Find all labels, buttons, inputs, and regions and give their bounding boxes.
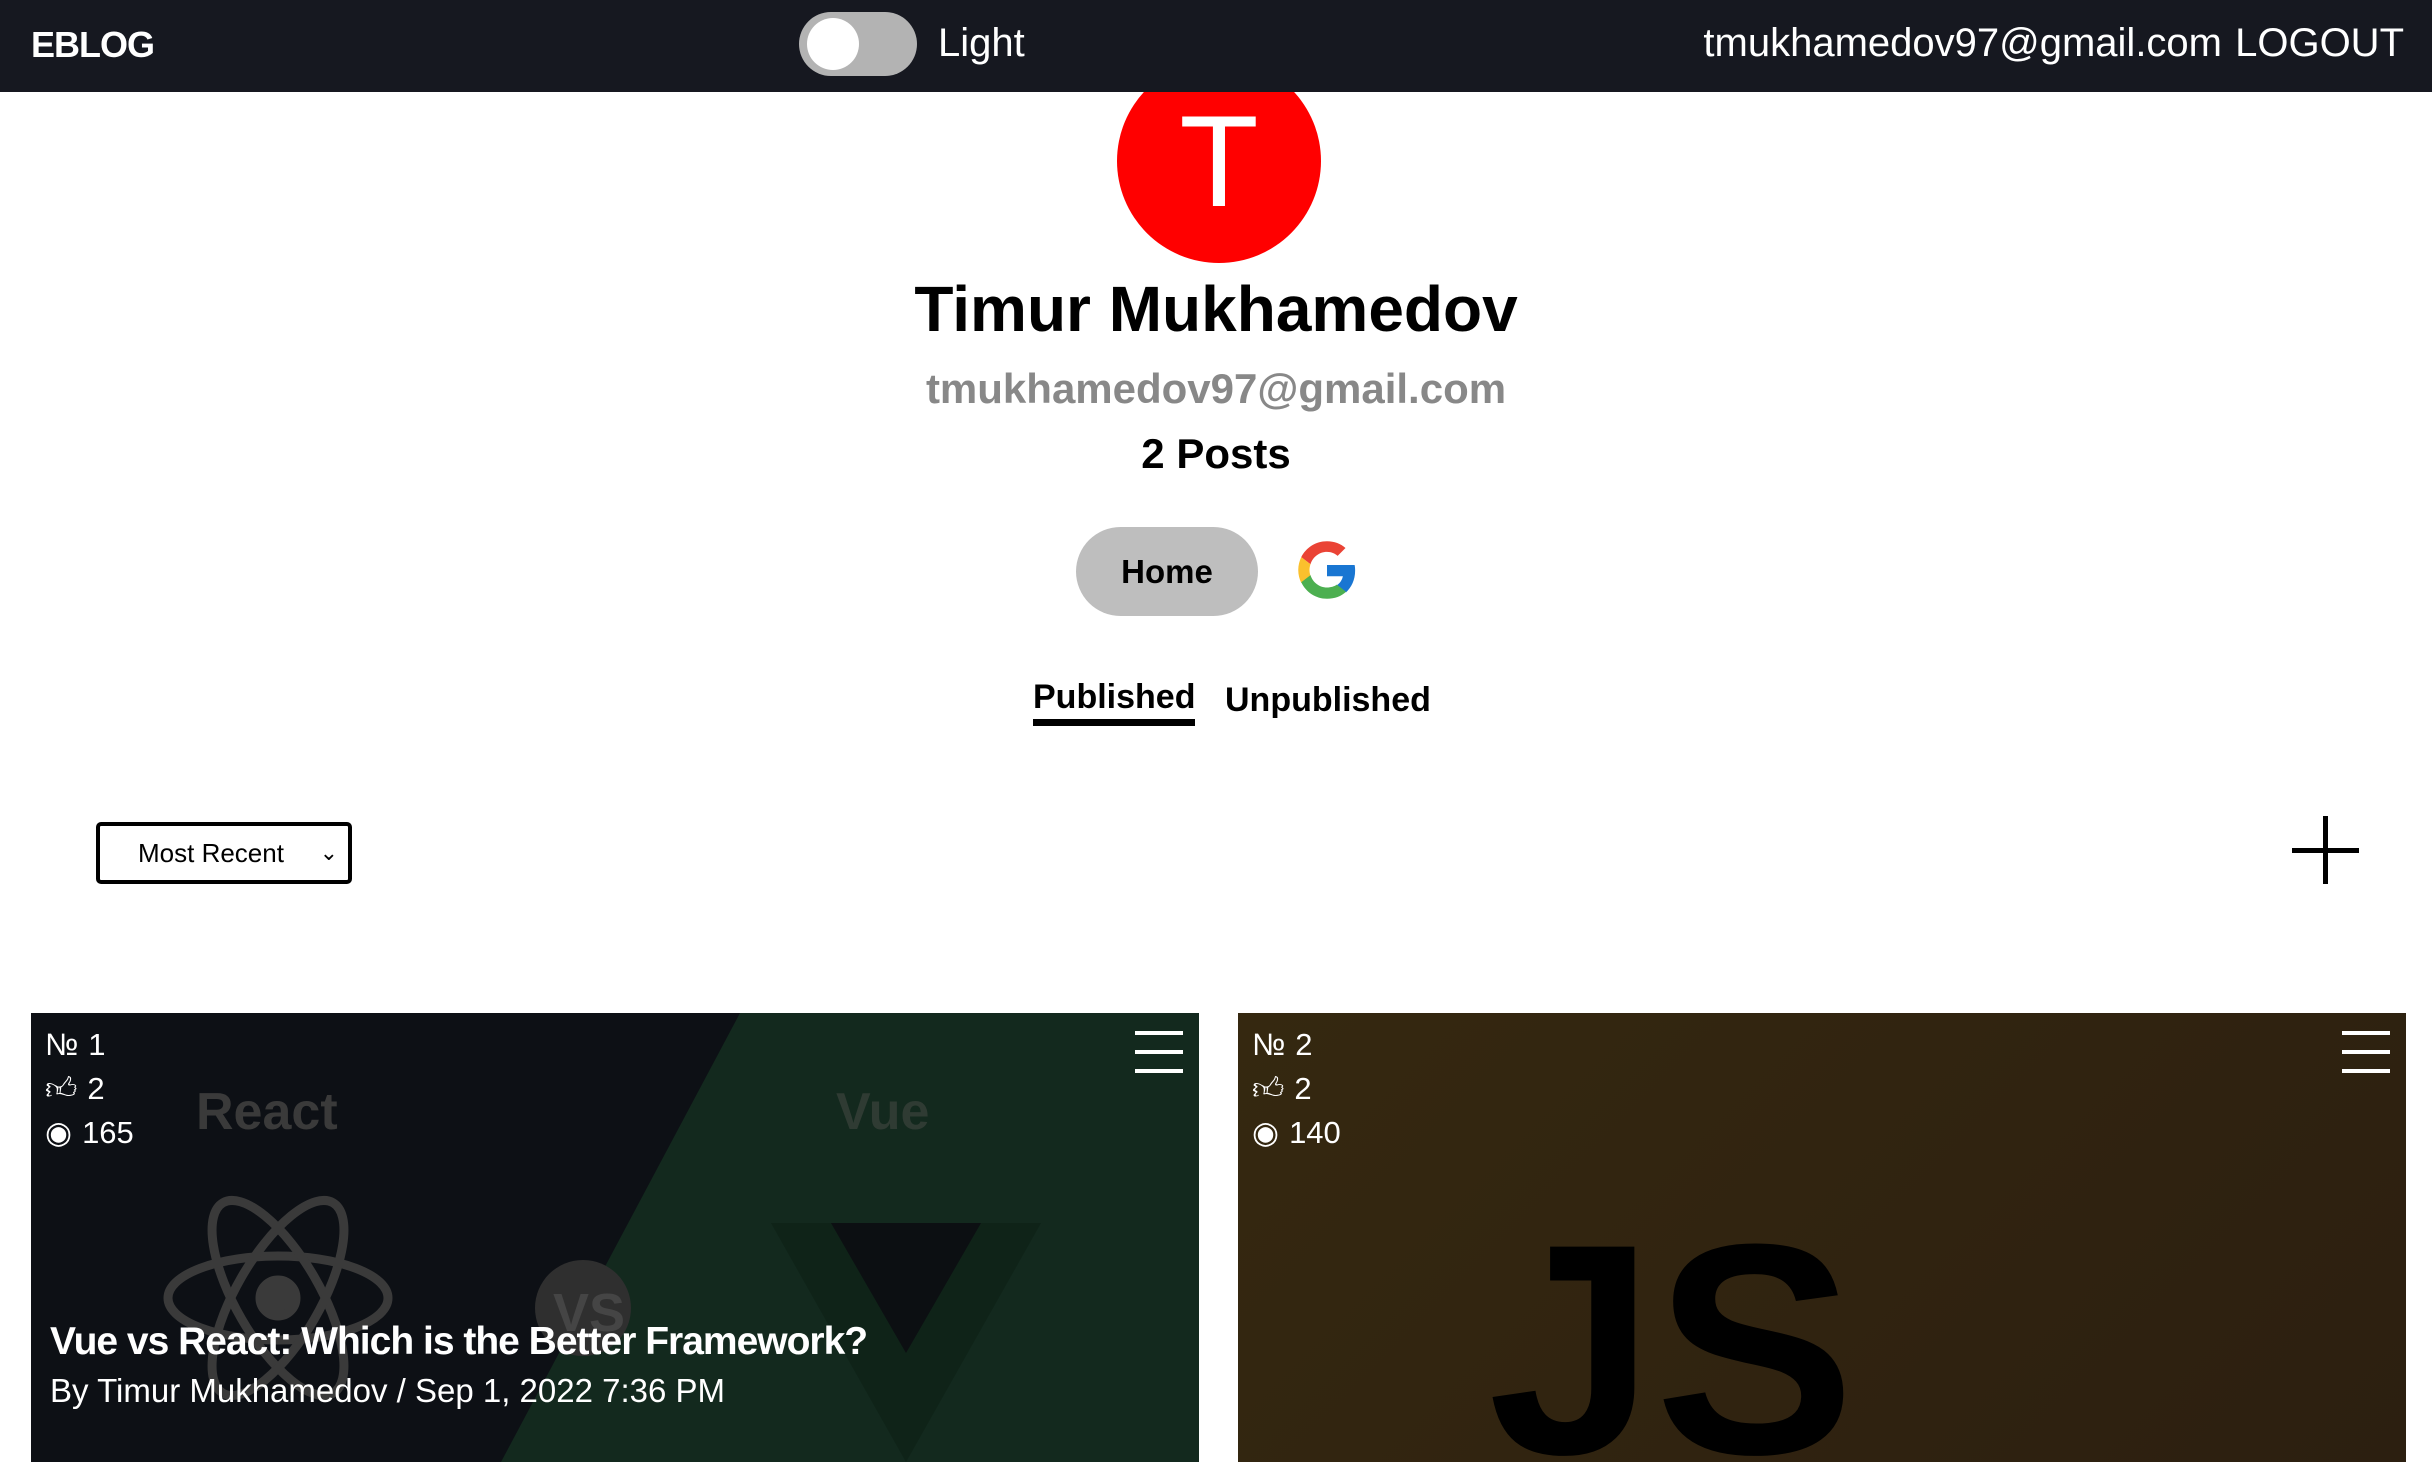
logo[interactable]: EBLOG <box>31 24 155 66</box>
cover-text-react: React <box>196 1083 338 1141</box>
logout-button[interactable]: LOGOUT <box>2235 21 2404 66</box>
toggle-knob <box>807 18 859 70</box>
post-count: 2 Posts <box>1141 430 1291 477</box>
sort-selected-value: Most Recent <box>138 838 284 868</box>
cover-text-vue: Vue <box>836 1083 929 1141</box>
theme-label: Light <box>938 21 1025 65</box>
chevron-down-icon: ⌄ <box>319 840 338 865</box>
post-title[interactable]: Vue vs React: Which is the Better Framew… <box>50 1320 868 1364</box>
profile-email: tmukhamedov97@gmail.com <box>925 365 1507 412</box>
sort-select[interactable]: Most Recent ⌄ <box>96 822 352 884</box>
post-stats: № 1 👍︎ 2 ◉ 165 <box>45 1023 134 1155</box>
home-link-button[interactable]: Home <box>1076 527 1258 616</box>
hamburger-menu-icon[interactable] <box>1135 1031 1183 1073</box>
number-icon: № <box>1252 1027 1286 1062</box>
hamburger-menu-icon[interactable] <box>2342 1031 2390 1073</box>
top-navbar: EBLOG Light tmukhamedov97@gmail.com LOGO… <box>0 0 2432 92</box>
tab-unpublished[interactable]: Unpublished <box>1225 681 1431 720</box>
post-byline: By Timur Mukhamedov / Sep 1, 2022 7:36 P… <box>50 1372 726 1409</box>
google-icon[interactable] <box>1297 540 1357 600</box>
cover-text-js: JS <box>1488 1181 1855 1462</box>
profile-name: Timur Mukhamedov <box>914 273 1518 345</box>
eye-icon: ◉ <box>45 1115 73 1150</box>
eye-icon: ◉ <box>1252 1115 1280 1150</box>
post-card[interactable]: JS № 2 👍︎ 2 ◉ 140 <box>1238 1013 2406 1462</box>
post-stats: № 2 👍︎ 2 ◉ 140 <box>1252 1023 1341 1155</box>
tab-published[interactable]: Published <box>1033 678 1196 726</box>
thumbs-up-icon: 👍︎ <box>1252 1071 1285 1106</box>
theme-toggle[interactable] <box>799 12 917 76</box>
user-email[interactable]: tmukhamedov97@gmail.com <box>1703 21 2222 66</box>
thumbs-up-icon: 👍︎ <box>45 1071 78 1106</box>
number-icon: № <box>45 1027 79 1062</box>
add-post-button[interactable] <box>2292 816 2359 884</box>
post-cover-image: JS <box>1488 1181 1855 1462</box>
